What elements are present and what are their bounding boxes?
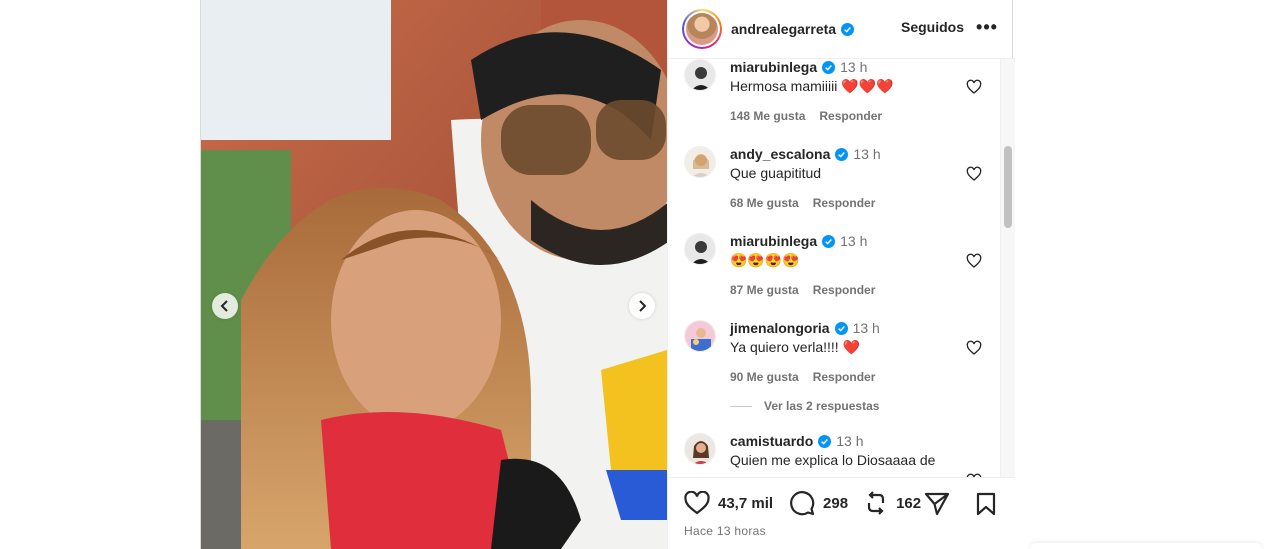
post-header: andrealegarreta Seguidos ••• bbox=[668, 0, 1015, 59]
comment-username[interactable]: miarubinlega bbox=[730, 59, 817, 75]
author-username[interactable]: andrealegarreta bbox=[731, 21, 855, 37]
verified-badge-icon bbox=[818, 434, 832, 448]
bookmark-icon[interactable] bbox=[975, 492, 997, 516]
comment-username[interactable]: miarubinlega bbox=[730, 233, 817, 249]
comments-scrollbar[interactable] bbox=[1000, 59, 1015, 477]
comment-username[interactable]: camistuardo bbox=[730, 433, 813, 449]
likes-count[interactable]: 43,7 mil bbox=[718, 495, 773, 512]
following-button[interactable]: Seguidos bbox=[901, 19, 964, 35]
comment-button[interactable]: 298 bbox=[789, 490, 848, 516]
verified-badge-icon bbox=[822, 60, 836, 74]
comment-text: Ya quiero verla!!!! ❤️ bbox=[730, 339, 861, 355]
view-replies-label[interactable]: Ver las 2 respuestas bbox=[764, 399, 879, 413]
verified-badge-icon bbox=[822, 234, 836, 248]
like-button[interactable]: 43,7 mil bbox=[684, 491, 773, 515]
heart-icon[interactable] bbox=[966, 166, 982, 182]
comment-time[interactable]: 13 h bbox=[853, 146, 880, 162]
comments-count: 298 bbox=[823, 494, 849, 512]
reply-button[interactable]: Responder bbox=[813, 196, 876, 210]
heart-icon[interactable] bbox=[966, 253, 982, 269]
post-actions-footer: 43,7 mil 298 162 Hace 13 horas bbox=[668, 477, 1015, 549]
avatar[interactable] bbox=[684, 59, 716, 91]
comment-likes[interactable]: 68 Me gusta bbox=[730, 196, 799, 210]
comment-text: Que guapititud bbox=[730, 165, 822, 181]
previous-photo-button[interactable] bbox=[212, 293, 238, 319]
comment-username[interactable]: andy_escalona bbox=[730, 146, 830, 162]
avatar[interactable] bbox=[684, 433, 716, 465]
heart-icon[interactable] bbox=[966, 340, 982, 356]
more-options-icon[interactable]: ••• bbox=[976, 16, 998, 38]
comment-time[interactable]: 13 h bbox=[836, 433, 863, 449]
share-icon[interactable] bbox=[924, 492, 950, 516]
comment-likes[interactable]: 148 Me gusta bbox=[730, 109, 805, 123]
next-photo-button[interactable] bbox=[629, 293, 655, 319]
comment-time[interactable]: 13 h bbox=[840, 233, 867, 249]
verified-badge-icon bbox=[841, 22, 855, 36]
comment-text: 😍😍😍😍 bbox=[730, 252, 800, 268]
avatar[interactable] bbox=[684, 233, 716, 265]
post-photo bbox=[201, 0, 667, 549]
heart-icon[interactable] bbox=[966, 79, 982, 95]
comment-time[interactable]: 13 h bbox=[853, 320, 880, 336]
comment-time[interactable]: 13 h bbox=[840, 59, 867, 75]
chevron-left-icon bbox=[220, 300, 228, 312]
repost-icon bbox=[867, 491, 885, 515]
repost-button[interactable]: 162 bbox=[864, 491, 921, 515]
reposts-count: 162 bbox=[896, 494, 922, 512]
comment-text: Quien me explica lo Diosaaaa de bbox=[730, 452, 936, 468]
comment-likes[interactable]: 87 Me gusta bbox=[730, 283, 799, 297]
reply-button[interactable]: Responder bbox=[819, 109, 882, 123]
post-modal: andrealegarreta Seguidos ••• miarubinleg… bbox=[200, 0, 1015, 549]
scrollbar-thumb[interactable] bbox=[1004, 146, 1012, 228]
chevron-right-icon bbox=[639, 300, 647, 312]
divider bbox=[730, 405, 752, 407]
post-details-panel: andrealegarreta Seguidos ••• miarubinleg… bbox=[667, 0, 1015, 549]
author-username-text[interactable]: andrealegarreta bbox=[731, 21, 836, 37]
author-avatar[interactable] bbox=[682, 9, 722, 49]
verified-badge-icon bbox=[835, 147, 849, 161]
comment-text: Hermosa mamiiiii ❤️❤️❤️ bbox=[730, 78, 894, 94]
comment-icon bbox=[790, 491, 815, 516]
comment-username[interactable]: jimenalongoria bbox=[730, 320, 830, 336]
verified-badge-icon bbox=[834, 321, 848, 335]
comments-list[interactable]: miarubinlega 13 h Hermosa mamiiiii ❤️❤️❤… bbox=[668, 59, 1000, 477]
heart-icon bbox=[684, 491, 710, 515]
instagram-post-page: andrealegarreta Seguidos ••• miarubinleg… bbox=[0, 0, 1280, 549]
avatar[interactable] bbox=[684, 146, 716, 178]
reply-button[interactable]: Responder bbox=[813, 370, 876, 384]
post-timestamp[interactable]: Hace 13 horas bbox=[684, 524, 766, 538]
comment-likes[interactable]: 90 Me gusta bbox=[730, 370, 799, 384]
view-replies-button[interactable]: Ver las 2 respuestas bbox=[730, 399, 879, 413]
bottom-panel-edge bbox=[1030, 543, 1262, 549]
reply-button[interactable]: Responder bbox=[813, 283, 876, 297]
selfie-image bbox=[201, 0, 667, 549]
avatar[interactable] bbox=[684, 320, 716, 352]
